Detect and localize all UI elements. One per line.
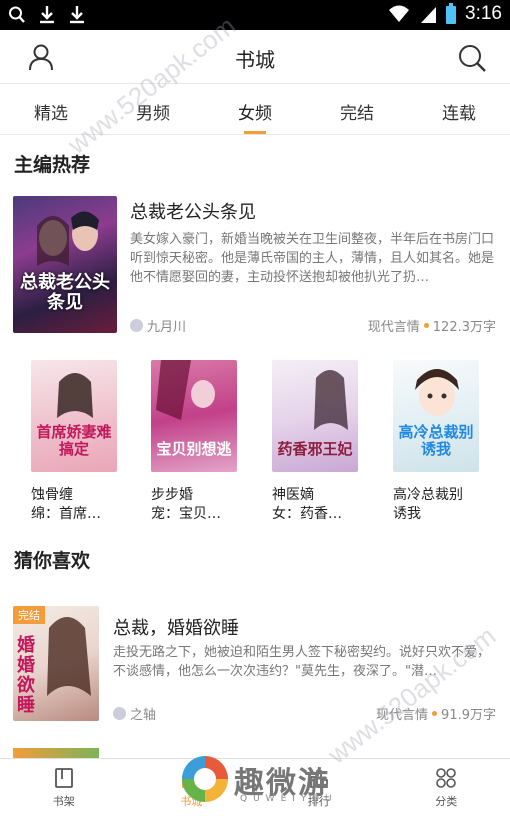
book-title[interactable]: 总裁，婚婚欲睡: [113, 614, 239, 640]
book-cover: 宝贝别想逃: [151, 360, 237, 472]
book-cover-title: 婚婚欲睡: [17, 635, 35, 716]
book-cover-title: 药香邪王妃: [277, 440, 353, 458]
book-name: 步步婚: [151, 487, 193, 503]
section-title-editor-picks: 主编热荐: [14, 154, 91, 176]
brand-logo-subtext: QUWEIYOU: [240, 794, 338, 804]
separator-dot: [432, 711, 438, 716]
book-name: 高冷总裁别: [393, 487, 463, 503]
tab-completed[interactable]: 完结: [306, 85, 408, 134]
search-notification-icon: [9, 6, 25, 23]
grid-book[interactable]: 药香邪王妃 神医嫡 女：药香…: [272, 360, 372, 524]
book-cover-title: 首席娇妻难搞定: [36, 423, 112, 458]
book-cover: 高冷总裁别诱我: [393, 360, 479, 472]
tab-male[interactable]: 男频: [102, 85, 204, 134]
featured-book-description: 美女嫁入豪门，新婚当晚被关在卫生间整夜，半年后在书房门口听到惊天秘密。他是薄氏帝…: [130, 232, 495, 285]
nav-category[interactable]: 分类: [383, 759, 510, 816]
tab-picks[interactable]: 精选: [0, 85, 102, 134]
completed-badge: 完结: [13, 606, 45, 624]
battery-icon: [446, 3, 457, 24]
system-icons: 3:16: [387, 3, 502, 25]
book-name-continued: 女：药香…: [272, 506, 342, 522]
download-icon: [70, 6, 84, 24]
grid-book[interactable]: 高冷总裁别诱我 高冷总裁别 诱我: [393, 360, 493, 524]
brand-logo-icon: [182, 756, 228, 802]
status-time: 3:16: [465, 3, 502, 24]
book-cover-title: 宝贝别想逃: [156, 440, 232, 458]
category-grid-icon: [436, 768, 457, 788]
notification-icons: [8, 5, 86, 25]
status-bar: 3:16: [0, 0, 510, 30]
book-cover: 药香邪王妃: [272, 360, 358, 472]
app-header: 书城: [0, 30, 510, 84]
featured-book-author: 九月川: [130, 316, 186, 335]
author-icon: [130, 319, 143, 332]
nav-bookshelf[interactable]: 书架: [0, 759, 128, 816]
book-meta: 现代言情 91.9万字: [376, 704, 496, 723]
bookshelf-icon: [54, 768, 73, 788]
grid-book[interactable]: 首席娇妻难搞定 蚀骨缠 绵：首席…: [31, 360, 131, 524]
brand-watermark: 趣微游 QUWEIYOU: [178, 752, 378, 812]
book-author: 之轴: [113, 704, 156, 723]
book-name-continued: 诱我: [393, 506, 421, 522]
signal-icon: [421, 7, 437, 23]
book-name: 蚀骨缠: [31, 487, 73, 503]
separator-dot: [423, 323, 429, 328]
grid-book[interactable]: 宝贝别想逃 步步婚 宠：宝贝…: [151, 360, 251, 524]
book-cover[interactable]: 完结 婚婚欲睡: [13, 606, 99, 721]
book-word-count: 91.9万字: [441, 708, 496, 723]
book-name: 神医嫡: [272, 487, 314, 503]
author-name: 九月川: [147, 320, 187, 335]
book-grid: 首席娇妻难搞定 蚀骨缠 绵：首席… 宝贝别想逃 步步婚 宠：宝贝… 药香邪王妃 …: [0, 360, 510, 525]
featured-cover-title: 总裁老公头条见: [20, 272, 110, 313]
author-name: 之轴: [130, 708, 157, 723]
wifi-icon: [389, 5, 410, 22]
book-category: 现代言情: [376, 708, 429, 723]
book-name-continued: 绵：首席…: [31, 506, 101, 522]
section-title-guess: 猜你喜欢: [14, 550, 91, 572]
download-icon: [40, 6, 54, 24]
search-icon[interactable]: [456, 42, 488, 74]
book-description: 走投无路之下，她被迫和陌生男人签下秘密契约。说好只欢不爱，不谈感情，他怎么一次次…: [113, 645, 491, 679]
tab-female[interactable]: 女频: [204, 85, 306, 134]
page-title: 书城: [235, 48, 275, 72]
book-cover-title: 高冷总裁别诱我: [398, 423, 474, 458]
featured-book-meta: 现代言情 122.3万字: [368, 316, 496, 335]
tab-serializing[interactable]: 连载: [408, 85, 510, 134]
author-icon: [113, 707, 126, 720]
featured-book-title[interactable]: 总裁老公头条见: [130, 198, 256, 224]
nav-label: 书架: [52, 795, 75, 808]
book-cover: 首席娇妻难搞定: [31, 360, 117, 472]
category-tabs: 精选 男频 女频 完结 连载: [0, 85, 510, 135]
book-category: 现代言情: [367, 320, 420, 335]
featured-book-cover[interactable]: 总裁老公头条见: [13, 196, 117, 333]
book-name-continued: 宠：宝贝…: [151, 506, 221, 522]
nav-label: 分类: [435, 795, 458, 808]
book-word-count: 122.3万字: [432, 320, 496, 335]
